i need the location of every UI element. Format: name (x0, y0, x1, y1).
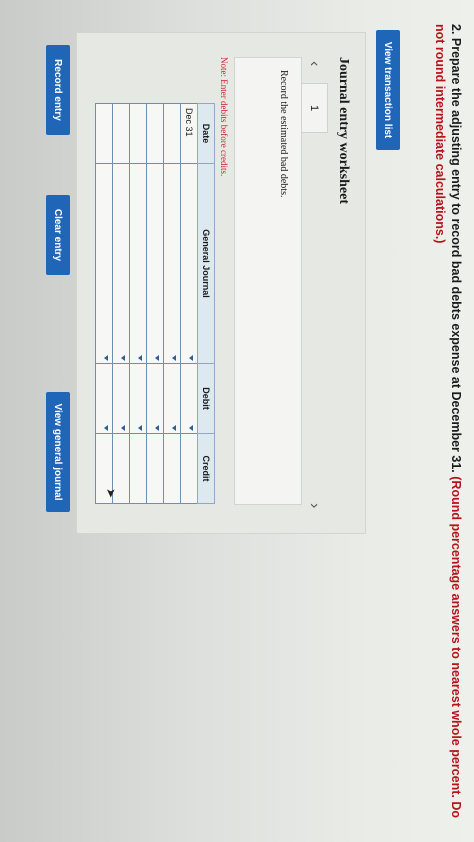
table-row (95, 103, 113, 504)
debit-input[interactable] (163, 363, 181, 434)
chevron-left-icon[interactable]: ‹ (305, 61, 323, 66)
credit-input[interactable] (129, 433, 147, 504)
instruction-text: Record the estimated bad debts. (278, 70, 289, 198)
chevron-down-icon (104, 355, 108, 361)
credit-input[interactable] (163, 433, 181, 504)
question-text: 2. Prepare the adjusting entry to record… (432, 24, 464, 824)
date-cell (129, 103, 147, 164)
debit-input[interactable] (112, 363, 130, 434)
journal-entry-worksheet-panel: Journal entry worksheet ‹ 1 › Record the… (76, 32, 366, 534)
view-general-journal-button[interactable]: View general journal (46, 392, 70, 512)
view-transaction-list-button[interactable]: View transaction list (376, 30, 400, 150)
chevron-right-icon[interactable]: › (305, 503, 323, 508)
date-header: Date (197, 103, 215, 164)
date-cell (95, 103, 113, 164)
chevron-down-icon (155, 355, 159, 361)
account-select[interactable] (112, 163, 130, 364)
worksheet-title: Journal entry worksheet (336, 57, 351, 204)
debit-input[interactable] (95, 363, 113, 434)
debits-note: Note: Enter debits before credits. (219, 57, 229, 177)
table-row (163, 103, 181, 504)
account-select[interactable] (95, 163, 113, 364)
debit-input[interactable] (129, 363, 147, 434)
chevron-down-icon (104, 425, 108, 431)
question-prefix: 2. Prepare the adjusting entry to record… (449, 24, 463, 473)
debit-input[interactable] (180, 363, 198, 434)
rotated-screen: 2. Prepare the adjusting entry to record… (0, 0, 474, 842)
date-cell: Dec 31 (180, 103, 198, 164)
mouse-cursor-icon: ➤ (104, 488, 118, 499)
chevron-down-icon (121, 355, 125, 361)
date-cell (146, 103, 164, 164)
worksheet-tab-1[interactable]: 1 (301, 83, 328, 133)
record-entry-button[interactable]: Record entry (46, 45, 70, 135)
account-select[interactable] (180, 163, 198, 364)
credit-input[interactable] (146, 433, 164, 504)
credit-header: Credit (197, 433, 215, 504)
chevron-down-icon (189, 425, 193, 431)
chevron-down-icon (138, 355, 142, 361)
table-row (129, 103, 147, 504)
date-cell (163, 103, 181, 164)
clear-entry-button[interactable]: Clear entry (46, 195, 70, 275)
chevron-down-icon (121, 425, 125, 431)
chevron-down-icon (172, 425, 176, 431)
journal-table: Date General Journal Debit Credit Dec 31 (95, 103, 215, 504)
chevron-down-icon (155, 425, 159, 431)
instruction-box: Record the estimated bad debts. (234, 57, 302, 505)
table-row (146, 103, 164, 504)
account-select[interactable] (129, 163, 147, 364)
debit-input[interactable] (146, 363, 164, 434)
chevron-down-icon (189, 355, 193, 361)
date-cell (112, 103, 130, 164)
journal-header-row: Date General Journal Debit Credit (197, 103, 215, 504)
account-select[interactable] (146, 163, 164, 364)
table-row (112, 103, 130, 504)
debit-header: Debit (197, 363, 215, 434)
table-row: Dec 31 (180, 103, 198, 504)
general-journal-header: General Journal (197, 163, 215, 364)
credit-input[interactable] (180, 433, 198, 504)
chevron-down-icon (138, 425, 142, 431)
account-select[interactable] (163, 163, 181, 364)
chevron-down-icon (172, 355, 176, 361)
